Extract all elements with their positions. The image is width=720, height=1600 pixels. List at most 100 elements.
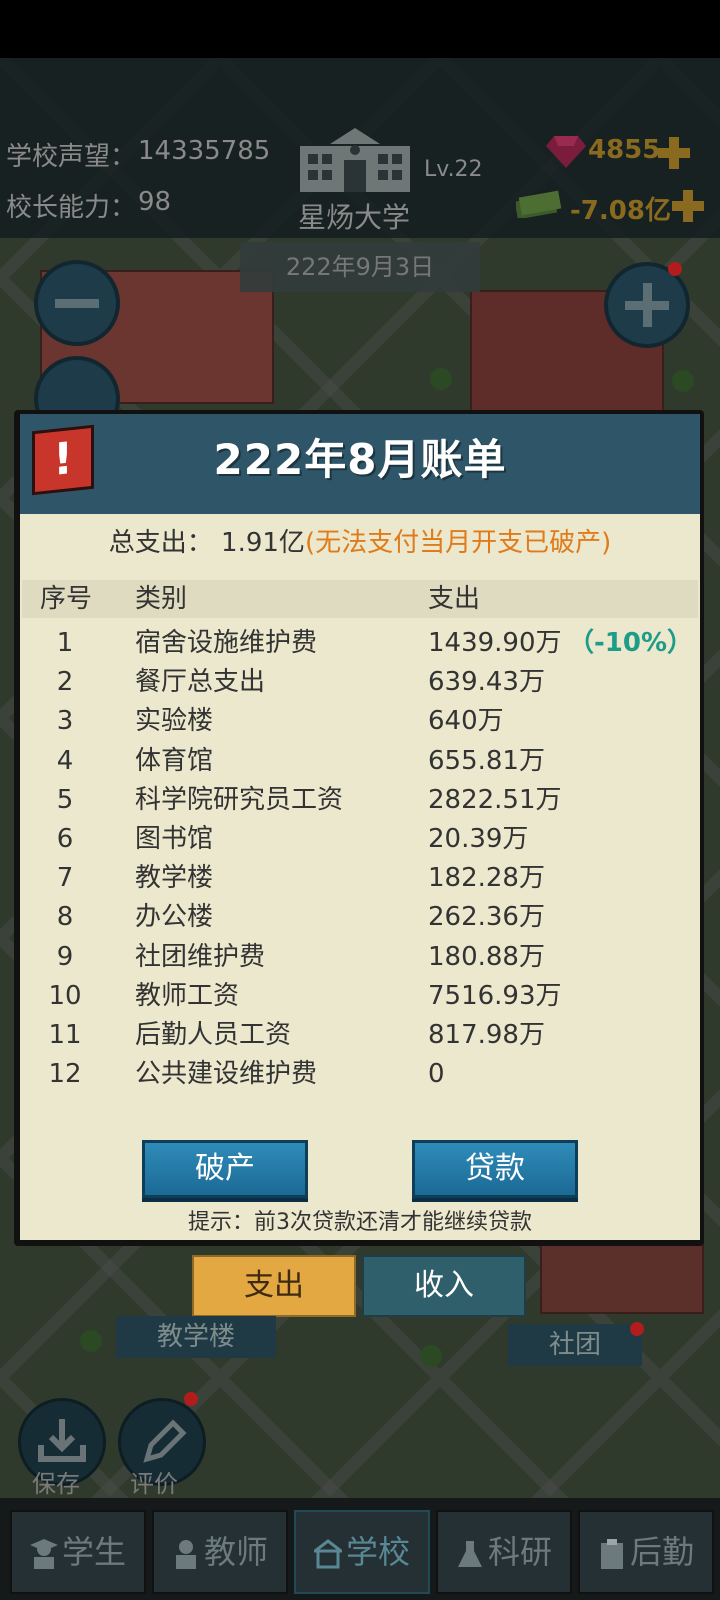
row-index: 7: [56, 863, 74, 894]
cash-icon: [516, 190, 562, 218]
teacher-icon: [175, 1540, 196, 1569]
row-amount: 1439.90万: [428, 628, 562, 658]
row-amount: 655.81万: [428, 745, 545, 776]
table-row: 8 办公楼 262.36万: [20, 898, 700, 937]
nav-label: 后勤: [629, 1533, 694, 1571]
row-index: 3: [56, 706, 74, 737]
student-icon: [29, 1539, 58, 1569]
row-index: 12: [48, 1059, 82, 1090]
row-category: 实验楼: [135, 706, 214, 737]
row-index: 5: [56, 784, 74, 815]
expense-list[interactable]: 1 宿舍设施维护费 1439.90万 （-10%） 2 餐厅总支出 639.43…: [20, 624, 700, 1106]
row-index: 8: [56, 902, 74, 933]
notification-dot: [630, 1322, 644, 1336]
total-label: 总支出：: [108, 528, 213, 558]
notification-dot: [184, 1392, 198, 1406]
row-index: 1: [56, 628, 74, 658]
row-index: 11: [48, 1019, 82, 1050]
tree: [430, 368, 452, 390]
row-amount: 180.88万: [428, 941, 545, 972]
row-index: 4: [56, 745, 74, 776]
total-value: 1.91亿: [221, 528, 305, 558]
row-amount: 817.98万: [428, 1019, 545, 1050]
nav-label: 学校: [345, 1533, 410, 1571]
tree: [80, 1330, 102, 1352]
nav-logistics[interactable]: 后勤: [578, 1510, 714, 1594]
school-building-icon: [300, 128, 410, 192]
school-level: Lv.22: [424, 157, 483, 182]
review-label: 评价: [130, 1470, 178, 1498]
row-category: 体育馆: [135, 745, 214, 776]
table-row: 7 教学楼 182.28万: [20, 859, 700, 898]
save-label: 保存: [32, 1470, 80, 1498]
table-row: 2 餐厅总支出 639.43万: [20, 663, 700, 702]
row-discount: （-10%）: [568, 628, 694, 658]
row-amount: 182.28万: [428, 863, 545, 894]
row-index: 2: [56, 667, 74, 698]
map-label-teaching-building[interactable]: 教学楼: [116, 1316, 276, 1358]
school-name: 星炀大学: [298, 201, 411, 234]
row-category: 科学院研究员工资: [135, 784, 344, 815]
row-index: 10: [48, 980, 82, 1011]
zoom-out-button[interactable]: [34, 260, 120, 346]
tab-expense[interactable]: 支出: [192, 1255, 356, 1317]
total-expense: 总支出： 1.91亿(无法支付当月开支已破产): [20, 522, 700, 559]
nav-teachers[interactable]: 教师: [152, 1510, 288, 1594]
loan-hint: 提示：前3次贷款还清才能继续贷款: [188, 1210, 532, 1235]
row-category: 办公楼: [135, 902, 214, 933]
row-amount: 640万: [428, 706, 504, 737]
nav-label: 科研: [487, 1533, 552, 1571]
row-category: 后勤人员工资: [135, 1019, 292, 1050]
nav-school[interactable]: 学校: [294, 1510, 430, 1594]
clipboard-icon: [600, 1539, 623, 1569]
row-index: 6: [56, 823, 74, 854]
table-row: 3 实验楼 640万: [20, 702, 700, 741]
row-amount: 2822.51万: [428, 784, 562, 815]
nav-students[interactable]: 学生: [10, 1510, 146, 1594]
tab-income[interactable]: 收入: [362, 1255, 526, 1317]
nav-label: 教师: [203, 1533, 268, 1571]
table-row: 11 后勤人员工资 817.98万: [20, 1016, 700, 1055]
dialog-title: 222年8月账单: [213, 435, 507, 484]
row-amount: 639.43万: [428, 667, 545, 698]
nav-research[interactable]: 科研: [436, 1510, 572, 1594]
school-icon: [313, 1539, 342, 1569]
loan-button[interactable]: 贷款: [412, 1140, 578, 1198]
reputation-label: 学校声望：: [6, 142, 137, 172]
row-amount: 7516.93万: [428, 980, 562, 1011]
row-category: 餐厅总支出: [135, 667, 266, 698]
row-category: 图书馆: [135, 823, 214, 854]
row-index: 9: [56, 941, 74, 972]
gem-count: 4855: [588, 135, 661, 165]
table-row: 6 图书馆 20.39万: [20, 820, 700, 859]
table-row: 1 宿舍设施维护费 1439.90万 （-10%）: [20, 624, 700, 663]
row-category: 教师工资: [135, 980, 240, 1011]
table-header: [22, 580, 698, 618]
status-bar: [0, 0, 720, 58]
header-category: 类别: [135, 584, 188, 614]
row-category: 公共建设维护费: [135, 1059, 318, 1090]
game-date: 222年9月3日: [240, 242, 480, 292]
table-row: 5 科学院研究员工资 2822.51万: [20, 781, 700, 820]
row-amount: 0: [428, 1059, 445, 1090]
bankrupt-button[interactable]: 破产: [142, 1140, 308, 1198]
table-row: 10 教师工资 7516.93万: [20, 977, 700, 1016]
tree: [672, 370, 694, 392]
map-label-club[interactable]: 社团: [508, 1324, 642, 1366]
row-amount: 20.39万: [428, 823, 529, 854]
header-expense: 支出: [428, 584, 481, 614]
table-row: 12 公共建设维护费 0: [20, 1055, 700, 1094]
add-money-icon[interactable]: [672, 190, 704, 222]
header-index: 序号: [40, 584, 93, 614]
nav-label: 学生: [61, 1533, 126, 1571]
money-value: -7.08亿: [570, 196, 671, 226]
ability-value: 98: [138, 187, 172, 217]
reputation-value: 14335785: [138, 136, 271, 166]
table-row: 9 社团维护费 180.88万: [20, 938, 700, 977]
notification-dot: [668, 262, 682, 276]
ability-label: 校长能力：: [6, 193, 137, 223]
add-gems-icon[interactable]: [658, 137, 690, 169]
flask-icon: [457, 1541, 482, 1567]
row-category: 社团维护费: [135, 941, 266, 972]
row-amount: 262.36万: [428, 902, 545, 933]
